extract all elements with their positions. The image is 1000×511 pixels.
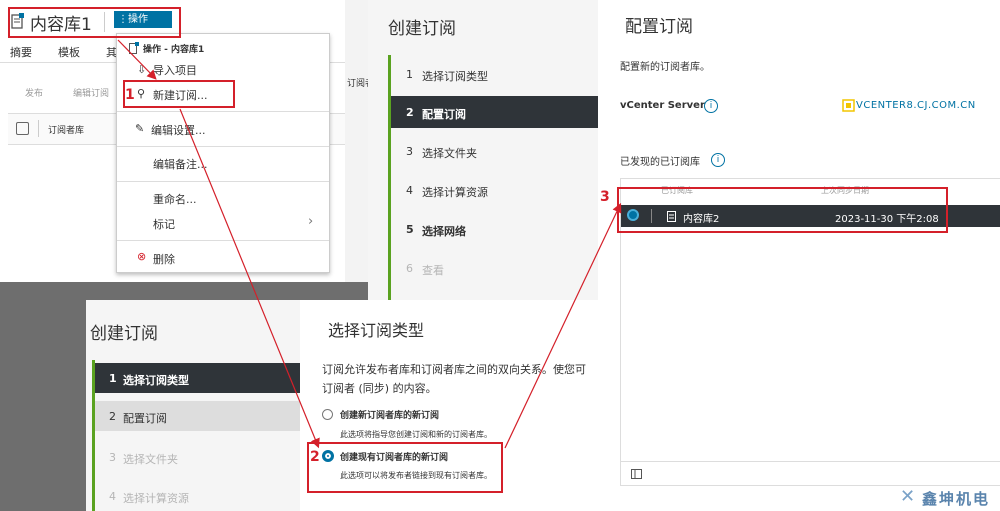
annotation-arrows bbox=[117, 39, 622, 449]
watermark-logo-icon: ✕ bbox=[900, 486, 916, 507]
watermark: ✕ 鑫坤机电 bbox=[900, 485, 1000, 511]
arrow-menu-to-option bbox=[179, 108, 320, 449]
arrow-title-to-menu bbox=[117, 39, 157, 80]
watermark-text: 鑫坤机电 bbox=[922, 490, 991, 508]
arrow-option-to-library bbox=[504, 202, 622, 449]
